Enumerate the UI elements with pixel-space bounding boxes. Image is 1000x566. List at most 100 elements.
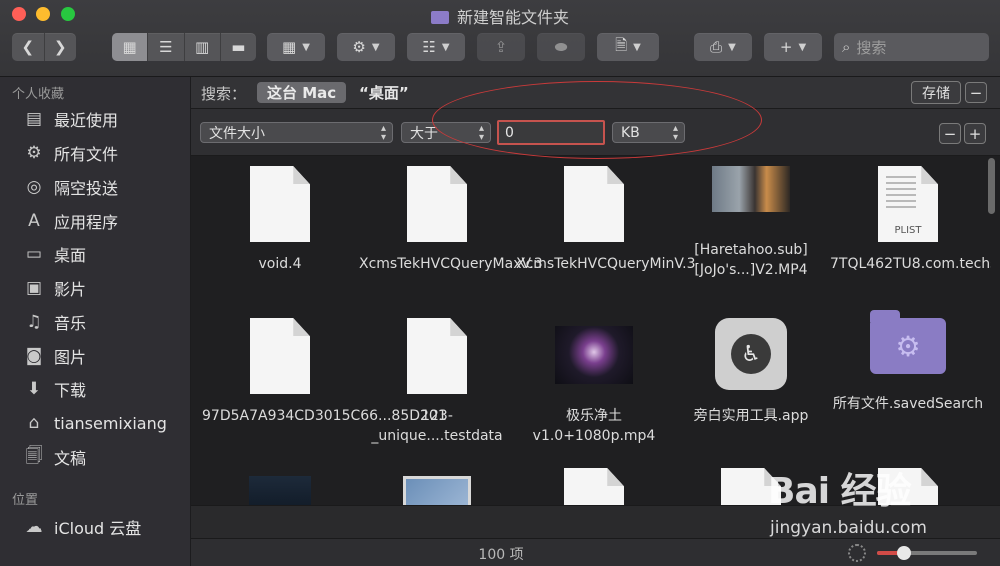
sidebar-item-all-files[interactable]: ⚙ 所有文件 xyxy=(22,139,118,167)
file-name: 7TQL462TU8.com.techs...agit.plist xyxy=(830,256,991,272)
add-button[interactable]: + ▼ xyxy=(764,33,822,61)
add-criterion-button[interactable]: + xyxy=(964,123,986,144)
file-item[interactable]: ⚙ 所有文件.savedSearch xyxy=(830,310,986,414)
search-placeholder: 搜索 xyxy=(856,38,887,57)
save-search-button[interactable]: 存储 xyxy=(911,81,961,104)
file-item[interactable]: PLIST 7TQL462TU8.com.techs...agit.plist xyxy=(830,166,991,274)
document-icon xyxy=(407,166,467,242)
file-name: 旁白实用工具.app xyxy=(693,408,809,424)
forward-button[interactable]: ❯ xyxy=(45,33,77,61)
file-item[interactable]: XcmsTekHVCQueryMinV.3 xyxy=(516,166,696,274)
favorites-heading: 个人收藏 xyxy=(12,87,65,102)
sidebar-item-recent[interactable]: ▤ 最近使用 xyxy=(22,105,118,133)
column-view-icon: ▥ xyxy=(195,38,210,56)
list-view-button[interactable]: ☰ xyxy=(148,33,183,61)
gallery-view-icon: ▬ xyxy=(231,38,246,56)
sidebar-item-music[interactable]: ♫ 音乐 xyxy=(22,308,86,336)
plist-document-icon: PLIST xyxy=(878,166,938,242)
file-item[interactable] xyxy=(516,468,672,506)
file-name: 123-_unique....testdata xyxy=(371,408,503,444)
file-item[interactable] xyxy=(359,468,515,506)
plist-badge: PLIST xyxy=(894,225,922,236)
scope-desktop-button[interactable]: “桌面” xyxy=(349,82,419,103)
sidebar-item-applications[interactable]: A 应用程序 xyxy=(22,207,118,235)
file-name: void.4 xyxy=(258,256,302,272)
remove-criterion-button[interactable]: − xyxy=(939,123,961,144)
column-view-button[interactable]: ▥ xyxy=(185,33,220,61)
operator-select[interactable]: 大于 ▴ ▾ xyxy=(401,122,491,143)
file-item[interactable]: 97D5A7A934CD3015C66...85D201 xyxy=(202,318,447,426)
file-name: XcmsTekHVCQueryMaxV.3 xyxy=(359,256,543,272)
search-input[interactable]: ⌕ 搜索 xyxy=(834,33,989,61)
sidebar-item-label: iCloud 云盘 xyxy=(54,519,142,538)
document-icon xyxy=(564,166,624,242)
sidebar-item-movies[interactable]: ▣ 影片 xyxy=(22,274,86,302)
back-button[interactable]: ❮ xyxy=(12,33,44,61)
size-value-field[interactable]: 0 xyxy=(497,120,605,145)
title-toolbar: 新建智能文件夹 ❮ ❯ ▦ ☰ ▥ ▬ ▦ ▼ ⚙ ▼ ☷ ▼ ⇪ ⬬ 🗎 ▼ … xyxy=(0,0,1000,77)
gear-icon: ⚙ xyxy=(352,38,366,56)
sidebar-item-label: 文稿 xyxy=(54,449,87,468)
gear-icon: ⚙ xyxy=(26,143,42,163)
watermark-url: jingyan.baidu.com xyxy=(770,518,927,538)
file-name: 97D5A7A934CD3015C66...85D201 xyxy=(202,408,447,424)
new-document-button[interactable]: 🗎 ▼ xyxy=(597,33,659,61)
icon-size-slider-knob[interactable] xyxy=(897,546,911,560)
file-item[interactable]: XcmsTekHVCQueryMaxV.3 xyxy=(359,166,543,274)
icon-view-icon: ▦ xyxy=(122,38,137,56)
sidebar-item-home[interactable]: ⌂ tiansemixiang xyxy=(22,409,167,437)
chevron-down-icon: ▼ xyxy=(798,41,807,53)
gallery-view-button[interactable]: ▬ xyxy=(221,33,256,61)
attribute-select[interactable]: 文件大小 ▴ ▾ xyxy=(200,122,393,143)
file-item[interactable]: [Haretahoo.sub][JoJo's...]V2.MP4 xyxy=(673,166,829,280)
sidebar-item-label: 所有文件 xyxy=(54,145,119,164)
sidebar-item-airdrop[interactable]: ◎ 隔空投送 xyxy=(22,173,118,201)
sidebar: 个人收藏 ▤ 最近使用 ⚙ 所有文件 ◎ 隔空投送 A 应用程序 ▭ 桌面 ▣ … xyxy=(0,77,191,566)
sidebar-item-desktop[interactable]: ▭ 桌面 xyxy=(22,240,86,268)
finder-window: 新建智能文件夹 ❮ ❯ ▦ ☰ ▥ ▬ ▦ ▼ ⚙ ▼ ☷ ▼ ⇪ ⬬ 🗎 ▼ … xyxy=(0,0,1000,566)
file-grid: void.4 XcmsTekHVCQueryMaxV.3 XcmsTekHVCQ… xyxy=(191,156,991,506)
sidebar-item-icloud[interactable]: ☁ iCloud 云盘 xyxy=(22,513,142,541)
list-view-icon: ☰ xyxy=(159,38,173,56)
download-icon: ⬇ xyxy=(26,379,42,399)
action-menu-button[interactable]: ⚙ ▼ xyxy=(337,33,395,61)
home-icon: ⌂ xyxy=(28,413,40,433)
locations-heading: 位置 xyxy=(12,493,39,508)
file-item[interactable]: 123-_unique....testdata xyxy=(359,318,515,446)
share-button[interactable]: ⇪ xyxy=(477,33,525,61)
sidebar-item-downloads[interactable]: ⬇ 下载 xyxy=(22,375,86,403)
file-item[interactable]: void.4 xyxy=(202,166,358,274)
scope-this-mac-button[interactable]: 这台 Mac xyxy=(257,82,347,103)
documents-icon: 🗐 xyxy=(25,445,43,466)
icon-size-slider[interactable] xyxy=(877,546,977,560)
file-name: 极乐净土v1.0+1080p.mp4 xyxy=(532,408,656,444)
archive-button[interactable]: ⎙ ▼ xyxy=(694,33,752,61)
arrange-button[interactable]: ☷ ▼ xyxy=(407,33,465,61)
sidebar-item-label: 隔空投送 xyxy=(54,179,119,198)
tags-button[interactable]: ⬬ xyxy=(537,33,585,61)
vertical-scrollbar[interactable] xyxy=(988,158,995,214)
sidebar-item-label: 下载 xyxy=(54,381,87,400)
icon-view-button[interactable]: ▦ xyxy=(112,33,148,61)
sidebar-item-label: 音乐 xyxy=(54,314,87,333)
cloud-icon: ☁ xyxy=(25,517,43,537)
chevron-down-icon: ▼ xyxy=(633,41,641,53)
file-item[interactable]: ♿ 旁白实用工具.app xyxy=(673,318,829,426)
sidebar-item-documents[interactable]: 🗐 文稿 xyxy=(22,443,87,471)
accessibility-app-icon: ♿ xyxy=(715,318,787,390)
file-item[interactable] xyxy=(202,468,358,506)
group-by-button[interactable]: ▦ ▼ xyxy=(267,33,325,61)
smart-folder-gear-icon: ⚙ xyxy=(870,310,946,374)
chevron-down-icon: ▼ xyxy=(728,41,736,53)
share-icon: ⇪ xyxy=(494,38,508,56)
sidebar-item-pictures[interactable]: ◙ 图片 xyxy=(22,342,86,370)
unit-select[interactable]: KB ▴ ▾ xyxy=(612,122,685,143)
music-icon: ♫ xyxy=(26,312,42,332)
chevron-down-icon: ▼ xyxy=(441,41,450,53)
chevron-left-icon: ❮ xyxy=(21,38,35,56)
file-item[interactable]: 极乐净土v1.0+1080p.mp4 xyxy=(516,318,672,446)
remove-scope-button[interactable]: − xyxy=(965,82,987,103)
chevron-down-icon: ▼ xyxy=(371,41,380,53)
video-thumbnail-icon xyxy=(555,326,633,384)
sidebar-item-label: tiansemixiang xyxy=(54,413,167,433)
